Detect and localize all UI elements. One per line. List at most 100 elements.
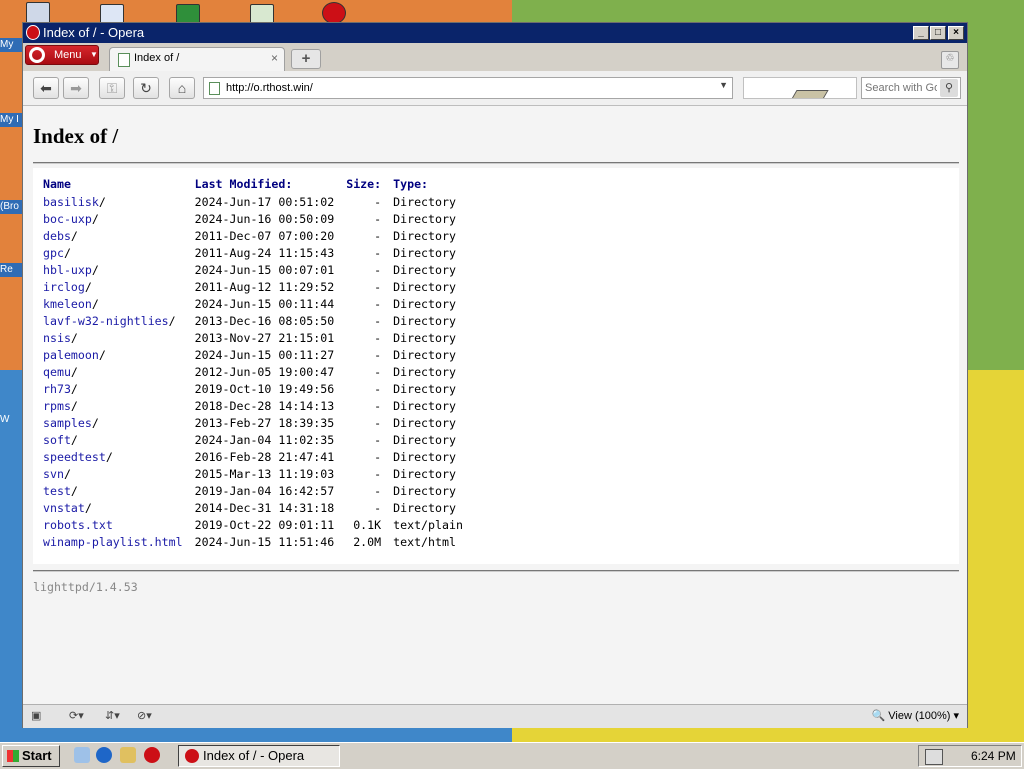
- tab-index[interactable]: Index of / ×: [109, 47, 285, 71]
- quicklaunch-opera-icon[interactable]: [144, 747, 160, 763]
- windows-logo-icon: [7, 750, 19, 762]
- entry-type: Directory: [393, 245, 456, 260]
- entry-size: -: [374, 500, 382, 515]
- server-signature: lighttpd/1.4.53: [33, 580, 138, 594]
- minimize-button[interactable]: _: [913, 26, 929, 40]
- network-icon[interactable]: ⇵▾: [105, 709, 120, 723]
- entry-name: robots.txt: [43, 516, 195, 533]
- back-button[interactable]: ⬅: [33, 77, 59, 99]
- desktop-icon-label[interactable]: W: [0, 413, 22, 427]
- entry-size: -: [374, 398, 382, 413]
- entry-type: Directory: [393, 330, 456, 345]
- entry-link[interactable]: soft: [43, 433, 71, 447]
- entry-type: Directory: [393, 262, 456, 277]
- entry-link[interactable]: winamp-playlist.html: [43, 535, 183, 549]
- entry-link[interactable]: samples: [43, 416, 92, 430]
- search-icon[interactable]: ⚲: [940, 79, 958, 97]
- quicklaunch-media-icon[interactable]: [120, 747, 136, 763]
- tab-close-icon[interactable]: ×: [271, 51, 278, 65]
- entry-suffix: /: [70, 364, 78, 379]
- column-type-label[interactable]: Type:: [393, 177, 428, 191]
- entry-link[interactable]: speedtest: [43, 450, 106, 464]
- search-box[interactable]: ⚲: [861, 77, 961, 99]
- entry-size: 2.0M: [353, 534, 382, 549]
- entry-type: Directory: [393, 194, 456, 209]
- entry-suffix: /: [70, 228, 78, 243]
- column-name-label[interactable]: Name: [43, 177, 71, 191]
- entry-link[interactable]: svn: [43, 467, 64, 481]
- taskbar-item-opera[interactable]: Index of / - Opera: [178, 745, 340, 767]
- tray-network-icon[interactable]: [925, 749, 943, 765]
- sync-icon[interactable]: ⟳▾: [69, 709, 84, 723]
- forward-button[interactable]: ➡: [63, 77, 89, 99]
- entry-type: Directory: [393, 398, 456, 413]
- entry-suffix: /: [105, 449, 113, 464]
- chevron-down-icon[interactable]: ▼: [719, 80, 728, 90]
- entry-link[interactable]: palemoon: [43, 348, 99, 362]
- speed-dial-preview[interactable]: [743, 77, 857, 99]
- address-bar[interactable]: ▼: [203, 77, 733, 99]
- entry-link[interactable]: debs: [43, 229, 71, 243]
- search-input[interactable]: [865, 80, 937, 96]
- desktop-opera-icon[interactable]: [322, 2, 346, 24]
- preview-image: [787, 90, 829, 98]
- entry-suffix: /: [70, 483, 78, 498]
- turbo-icon[interactable]: ⊘▾: [137, 709, 152, 723]
- panel-toggle-icon[interactable]: ▣: [31, 709, 41, 723]
- column-modified-label[interactable]: Last Modified:: [195, 177, 293, 191]
- entry-modified: 2011-Aug-24 11:15:43: [194, 245, 335, 260]
- entry-link[interactable]: test: [43, 484, 71, 498]
- quicklaunch-ie-icon[interactable]: [96, 747, 112, 763]
- trash-icon[interactable]: ♲: [941, 51, 959, 69]
- title-bar[interactable]: Index of / - Opera _ □ ×: [23, 23, 967, 43]
- column-header-name[interactable]: Name: [43, 174, 195, 193]
- column-header-size[interactable]: Size:: [346, 174, 393, 193]
- page-icon: [118, 53, 130, 67]
- entry-name: boc-uxp/: [43, 210, 195, 227]
- entry-link[interactable]: kmeleon: [43, 297, 92, 311]
- entry-link[interactable]: rh73: [43, 382, 71, 396]
- entry-link[interactable]: irclog: [43, 280, 85, 294]
- column-header-modified[interactable]: Last Modified:: [195, 174, 347, 193]
- table-row: hbl-uxp/2024-Jun-15 00:07:01- Directory: [43, 261, 475, 278]
- desktop-icon-label[interactable]: My: [0, 38, 22, 52]
- entry-link[interactable]: hbl-uxp: [43, 263, 92, 277]
- desktop-icon-label[interactable]: My I: [0, 113, 22, 127]
- entry-name: palemoon/: [43, 346, 195, 363]
- column-size-label[interactable]: Size:: [346, 177, 381, 191]
- reload-button[interactable]: ↻: [133, 77, 159, 99]
- entry-size: -: [374, 279, 382, 294]
- column-header-type[interactable]: Type:: [393, 174, 475, 193]
- entry-link[interactable]: vnstat: [43, 501, 85, 515]
- entry-modified: 2013-Feb-27 18:39:35: [194, 415, 335, 430]
- entry-link[interactable]: qemu: [43, 365, 71, 379]
- key-button[interactable]: ⚿: [99, 77, 125, 99]
- new-tab-button[interactable]: +: [291, 49, 321, 69]
- entry-suffix: /: [70, 398, 78, 413]
- entry-type: Directory: [393, 466, 456, 481]
- entry-link[interactable]: gpc: [43, 246, 64, 260]
- entry-link[interactable]: robots.txt: [43, 518, 113, 532]
- entry-link[interactable]: rpms: [43, 399, 71, 413]
- clock[interactable]: 6:24 PM: [971, 749, 1016, 763]
- maximize-button[interactable]: □: [930, 26, 946, 40]
- desktop-icon-label[interactable]: (Bro: [0, 200, 22, 214]
- close-button[interactable]: ×: [948, 26, 964, 40]
- entry-link[interactable]: basilisk: [43, 195, 99, 209]
- entry-link[interactable]: lavf-w32-nightlies: [43, 314, 169, 328]
- start-button[interactable]: Start: [2, 745, 60, 767]
- zoom-control[interactable]: 🔍 View (100%) ▾: [871, 709, 959, 722]
- table-row: winamp-playlist.html 2024-Jun-15 11:51:46…: [43, 533, 475, 550]
- home-button[interactable]: ⌂: [169, 77, 195, 99]
- menu-label: Menu: [54, 49, 82, 61]
- desktop-computer-icon[interactable]: [26, 2, 50, 24]
- entry-name: samples/: [43, 414, 195, 431]
- table-row: vnstat/2014-Dec-31 14:31:18- Directory: [43, 499, 475, 516]
- entry-suffix: /: [70, 381, 78, 396]
- url-input[interactable]: [226, 79, 706, 97]
- opera-menu-button[interactable]: Menu ▼: [25, 45, 99, 65]
- entry-link[interactable]: nsis: [43, 331, 71, 345]
- entry-link[interactable]: boc-uxp: [43, 212, 92, 226]
- desktop-icon-label[interactable]: Re: [0, 263, 22, 277]
- quicklaunch-desktop-icon[interactable]: [74, 747, 90, 763]
